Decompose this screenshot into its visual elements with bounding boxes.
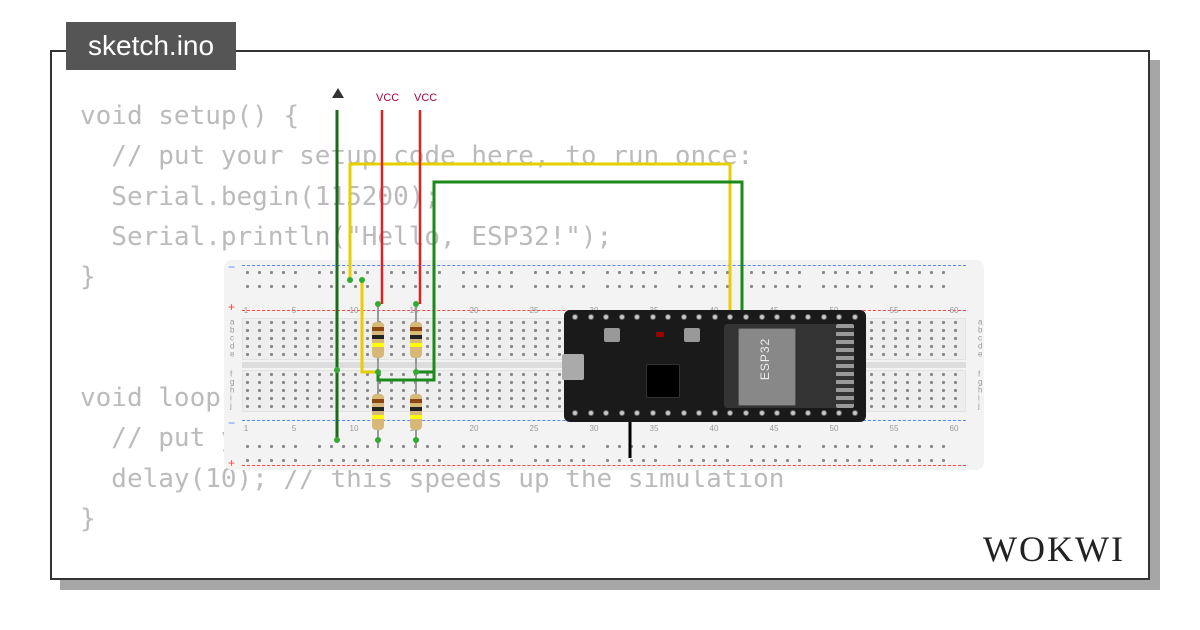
vcc-label: VCC [376, 92, 399, 104]
esp32-led-icon [656, 332, 664, 337]
arrow-icon [332, 88, 344, 98]
resistor[interactable] [410, 322, 422, 358]
esp32-antenna-icon [836, 324, 854, 408]
wire-node [359, 277, 365, 283]
wire-node [375, 301, 381, 307]
wokwi-logo: WOKWI [983, 528, 1125, 570]
resistor[interactable] [372, 322, 384, 358]
resistor[interactable] [372, 394, 384, 430]
vcc-label: VCC [414, 92, 437, 104]
esp32-chip-icon [646, 364, 680, 398]
esp32-label: ESP32 [758, 338, 772, 380]
file-tab[interactable]: sketch.ino [66, 22, 236, 70]
wire-node [375, 369, 381, 375]
wire-node [334, 367, 340, 373]
wire-node [413, 437, 419, 443]
esp32-button[interactable] [604, 328, 620, 342]
esp32-button[interactable] [684, 328, 700, 342]
wire-node [413, 369, 419, 375]
resistor[interactable] [410, 394, 422, 430]
simulation-canvas[interactable]: VCC VCC − + − + 151015202530354045505560… [224, 110, 1004, 490]
usb-port-icon [562, 354, 584, 380]
wire-node [375, 437, 381, 443]
esp32-module [724, 324, 854, 408]
wire-node [413, 301, 419, 307]
esp32-board[interactable]: ESP32 [564, 310, 866, 422]
wire-node [334, 437, 340, 443]
wire-node [347, 277, 353, 283]
esp32-pin-header [572, 314, 858, 322]
esp32-pin-header [572, 410, 858, 418]
